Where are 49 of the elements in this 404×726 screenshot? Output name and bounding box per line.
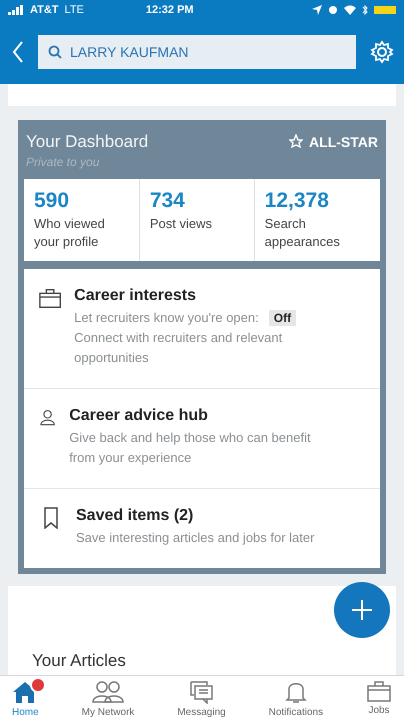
toggle-chip[interactable]: Off: [268, 310, 296, 326]
dashboard-title: Your Dashboard: [26, 132, 148, 152]
stat-tile[interactable]: 590 Who viewed your profile: [24, 179, 139, 261]
signal-icon: [8, 5, 24, 15]
stat-value: 734: [150, 189, 186, 213]
plus-icon: [351, 599, 373, 621]
stat-label: Search appearances: [264, 215, 341, 251]
stat-value: 12,378: [264, 189, 330, 213]
location-icon: [312, 5, 322, 15]
search-icon: [48, 45, 62, 59]
briefcase-icon: [366, 680, 392, 702]
item-description: Connect with recruiters and relevant opportunities: [74, 329, 284, 367]
stat-tile[interactable]: 12,378 Search appearances: [254, 179, 380, 261]
item-description: Give back and help those who can benefit from your experience: [69, 429, 312, 467]
item-title: Saved items (2): [76, 507, 194, 525]
item-title: Career interests: [74, 287, 197, 305]
carrier: AT&T: [30, 4, 59, 16]
tab[interactable]: Messaging: [165, 676, 238, 726]
dashboard-item[interactable]: Career advice hub Give back and help those who can benefit from your experience: [24, 389, 380, 489]
item-line: Let recruiters know you're open:: [74, 309, 259, 327]
bluetooth-icon: [362, 5, 368, 15]
tab[interactable]: Jobs: [354, 676, 404, 726]
dashboard-item[interactable]: Saved items (2) Save interesting articles and jobs for later: [24, 489, 380, 568]
tab[interactable]: My Network: [70, 676, 146, 726]
all-star-label: ALL-STAR: [309, 134, 378, 150]
stat-label: Post views: [150, 215, 213, 233]
briefcase-icon: [38, 287, 62, 309]
tab[interactable]: Notifications: [256, 676, 336, 726]
item-title: Career advice hub: [69, 407, 209, 425]
search-text: LARRY KAUFMAN: [70, 44, 189, 60]
search-field[interactable]: LARRY KAUFMAN: [38, 35, 356, 69]
people-icon: [91, 680, 125, 704]
back-icon[interactable]: [12, 41, 24, 63]
stat-tile[interactable]: 734 Post views: [138, 179, 254, 261]
item-description: Save interesting articles and jobs for later: [76, 529, 314, 547]
tab[interactable]: Home: [0, 676, 51, 726]
clock: 12:32 PM: [146, 4, 194, 16]
star-icon: [289, 134, 304, 150]
dashboard-subtitle: Private to you: [26, 155, 100, 169]
network-type: LTE: [64, 4, 84, 16]
chat-icon: [188, 680, 214, 704]
dashboard-item[interactable]: Career interests Let recruiters know you're open: Off Connect with recruiters and relevant opportunities: [24, 269, 380, 389]
bell-icon: [284, 680, 308, 704]
stat-label: Who viewed your profile: [34, 215, 106, 251]
settings-icon[interactable]: [370, 40, 394, 64]
articles-title: Your Articles: [32, 651, 126, 671]
wifi-icon: [344, 5, 356, 15]
battery-icon: [374, 5, 396, 15]
stat-value: 590: [34, 189, 70, 213]
